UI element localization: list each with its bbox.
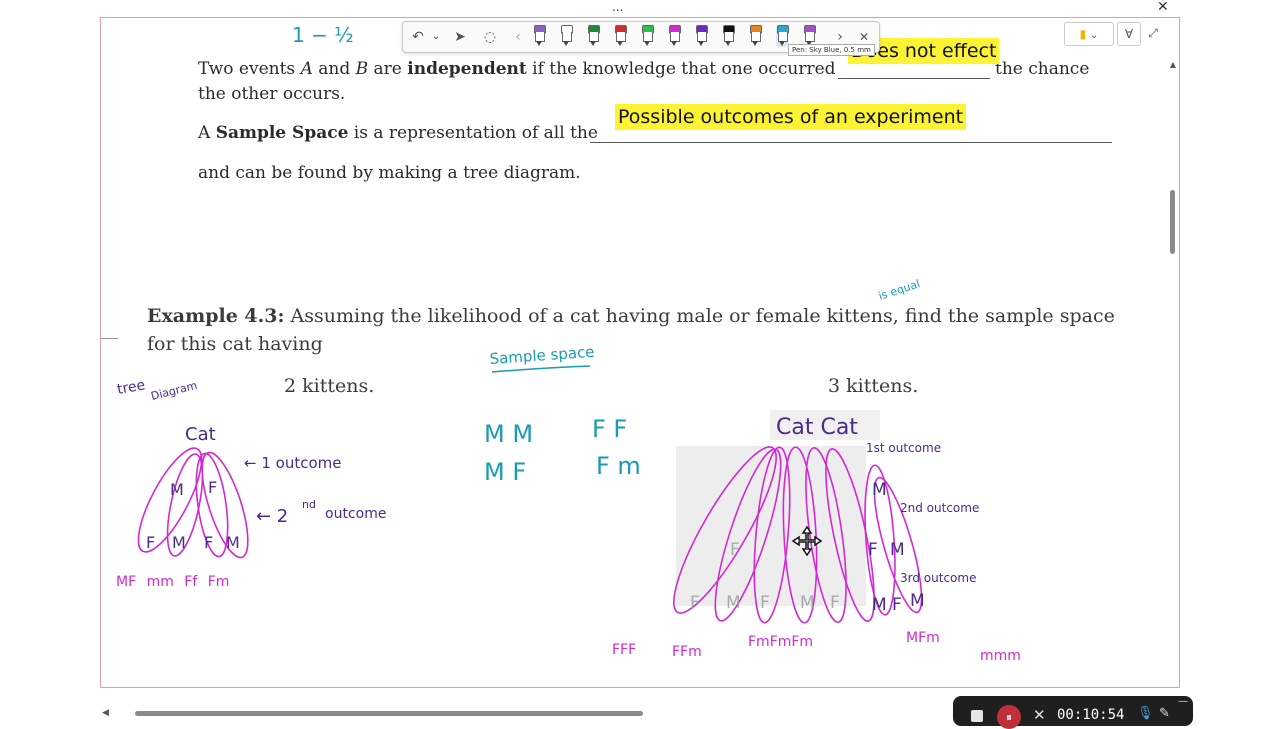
pen-tip xyxy=(644,41,650,46)
scroll-left-icon[interactable]: ◀ xyxy=(102,708,109,718)
pen-tip xyxy=(779,41,785,46)
sticky-note-button[interactable]: ▮ ⌄ xyxy=(1064,22,1114,46)
expand-icon[interactable]: ⤢ xyxy=(1144,22,1162,44)
scroll-up-icon[interactable]: ▲ xyxy=(1168,60,1178,69)
stop-icon[interactable] xyxy=(971,710,983,722)
ink-outcome-2-pre: ← 2 xyxy=(256,506,288,527)
pause-button[interactable]: ⏸ xyxy=(997,705,1021,729)
ss-mf: M F xyxy=(484,458,526,486)
horizontal-scroll-thumb[interactable] xyxy=(135,711,643,716)
ink-right-outcome-1: 1st outcome xyxy=(866,441,941,455)
svg-text:F: F xyxy=(760,593,770,613)
select-icon[interactable]: ➤ xyxy=(451,27,469,47)
pen-black-button[interactable] xyxy=(722,25,735,47)
ink-tree: tree xyxy=(116,377,147,398)
bottom-fmfm: FmFmFm xyxy=(748,634,813,650)
svg-text:F: F xyxy=(868,540,878,560)
ink-is-equal: is equal xyxy=(877,277,922,303)
svg-text:M: M xyxy=(226,533,240,552)
pen-tip xyxy=(590,41,596,46)
ink-left-tree-letters: MF FMFM xyxy=(146,478,240,552)
bottom-mfm: MFm xyxy=(906,630,940,646)
ink-outcome-1: ← 1 outcome xyxy=(244,454,341,472)
ink-diagram: Diagram xyxy=(150,379,199,403)
ink-right-outcome-2: 2nd outcome xyxy=(900,501,979,515)
ink-pairs-row: MF mm Ff Fm xyxy=(116,574,229,590)
pen-red-button[interactable] xyxy=(614,25,627,47)
svg-text:M: M xyxy=(872,480,887,500)
bottom-fff: FFF xyxy=(612,642,636,658)
annotate-pen-icon[interactable]: ✎ xyxy=(1159,706,1170,721)
ss-fm: F m xyxy=(596,452,641,480)
pen-tip xyxy=(617,41,623,46)
ink-sample-space: Sample space xyxy=(489,343,595,368)
svg-text:F: F xyxy=(208,478,217,497)
ink-layer[interactable]: 1 − ½ is equal Sample space tree Diagram… xyxy=(0,0,1280,720)
svg-text:F: F xyxy=(146,533,155,552)
svg-text:F: F xyxy=(892,595,902,615)
pen-tooltip: Pen: Sky Blue, 0.5 mm xyxy=(788,44,875,56)
ink-bottom-outcomes: FFF FFm FmFmFm MFm mmm xyxy=(612,630,1021,664)
svg-text:M: M xyxy=(800,593,815,613)
ss-mm: M M xyxy=(484,420,533,448)
svg-text:M: M xyxy=(910,591,925,611)
svg-text:M: M xyxy=(726,593,741,613)
pen-purple-button[interactable] xyxy=(533,25,546,47)
ss-ff: F F xyxy=(592,415,627,443)
ghost-selection xyxy=(676,446,866,606)
pen-sky-blue-button[interactable] xyxy=(776,25,789,47)
pen-light-green-button[interactable] xyxy=(641,25,654,47)
ink-cat-right: Cat Cat xyxy=(776,415,858,440)
ink-outcome-2-post: outcome xyxy=(325,506,386,522)
undo-dropdown-icon[interactable]: ⌄ xyxy=(427,27,445,47)
pen-tip xyxy=(698,41,704,46)
vertical-scroll-thumb[interactable] xyxy=(1170,190,1175,254)
microphone-icon[interactable]: 🎙 xyxy=(1137,706,1154,721)
pen-tip xyxy=(536,41,542,46)
bottom-mmm: mmm xyxy=(980,648,1021,664)
svg-text:F: F xyxy=(204,533,213,552)
screen-recorder-bar: ⏸ ✕ 00:10:54 🎙 ✎ — xyxy=(953,696,1193,729)
pen-tip xyxy=(563,41,569,46)
svg-text:M: M xyxy=(890,540,905,560)
pen-tip xyxy=(752,41,758,46)
filter-button[interactable]: ∀ xyxy=(1117,22,1141,46)
lasso-icon[interactable]: ◌ xyxy=(481,27,499,47)
svg-text:F: F xyxy=(730,540,740,560)
ink-cat-left: Cat xyxy=(185,424,216,445)
chevron-down-icon: ⌄ xyxy=(1090,30,1099,41)
pen-tip xyxy=(671,41,677,46)
ink-fraction: 1 − ½ xyxy=(292,23,354,47)
ink-right-outcome-3: 3rd outcome xyxy=(900,571,976,585)
svg-text:M: M xyxy=(170,480,184,499)
ink-underline xyxy=(491,365,591,373)
prev-pens-icon[interactable]: ‹ xyxy=(509,27,527,47)
svg-text:M: M xyxy=(872,595,887,615)
ink-outcome-2-sup: nd xyxy=(302,498,316,511)
svg-text:F: F xyxy=(690,593,700,613)
ink-sample-space-list: M M F F M F F m xyxy=(484,415,641,486)
pen-white-button[interactable] xyxy=(560,25,573,47)
pen-green-button[interactable] xyxy=(587,25,600,47)
recording-timer: 00:10:54 xyxy=(1057,707,1125,723)
pen-tip xyxy=(725,41,731,46)
svg-text:M: M xyxy=(172,533,186,552)
bottom-ffm: FFm xyxy=(672,644,702,660)
pen-violet-button[interactable] xyxy=(695,25,708,47)
pen-orange-button[interactable] xyxy=(749,25,762,47)
undo-icon[interactable]: ↶ xyxy=(409,27,427,47)
svg-text:F: F xyxy=(830,593,840,613)
pen-magenta-button[interactable] xyxy=(668,25,681,47)
cancel-recording-icon[interactable]: ✕ xyxy=(1033,706,1046,724)
vertical-scrollbar[interactable]: ▲ xyxy=(1168,60,1178,685)
minimize-icon[interactable]: — xyxy=(1178,696,1188,707)
sticky-note-icon: ▮ xyxy=(1079,27,1087,41)
